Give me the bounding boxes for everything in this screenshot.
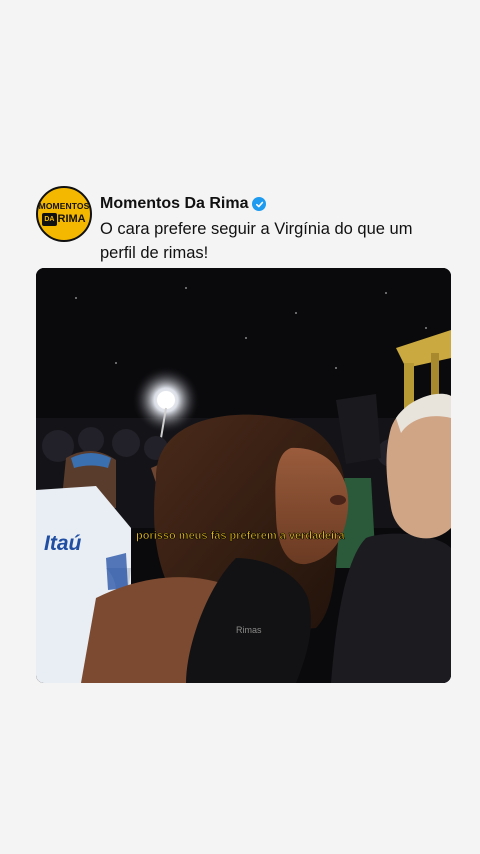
shirt-watermark: Rimas — [236, 625, 262, 635]
profile-avatar[interactable]: MOMENTOS DA RIMA — [36, 186, 92, 242]
post-card: MOMENTOS DA RIMA Momentos Da Rima O cara… — [0, 182, 480, 702]
video-frame: Itaú porisso meus fãs preferem a verdade… — [36, 268, 451, 683]
avatar-logo-text: MOMENTOS — [38, 201, 90, 211]
post-video[interactable]: Itaú porisso meus fãs preferem a verdade… — [36, 268, 451, 683]
post-header: Momentos Da Rima O cara prefere seguir a… — [100, 194, 460, 265]
post-caption: O cara prefere seguir a Virgínia do que … — [100, 220, 413, 262]
video-subtitle: porisso meus fãs preferem a verdadeira — [136, 530, 345, 542]
jersey-text: Itaú — [44, 532, 82, 555]
author-name[interactable]: Momentos Da Rima — [100, 195, 248, 213]
verified-badge-icon — [252, 197, 267, 211]
avatar-logo-subtext: DA RIMA — [42, 213, 86, 226]
author-row: Momentos Da Rima — [100, 194, 460, 214]
